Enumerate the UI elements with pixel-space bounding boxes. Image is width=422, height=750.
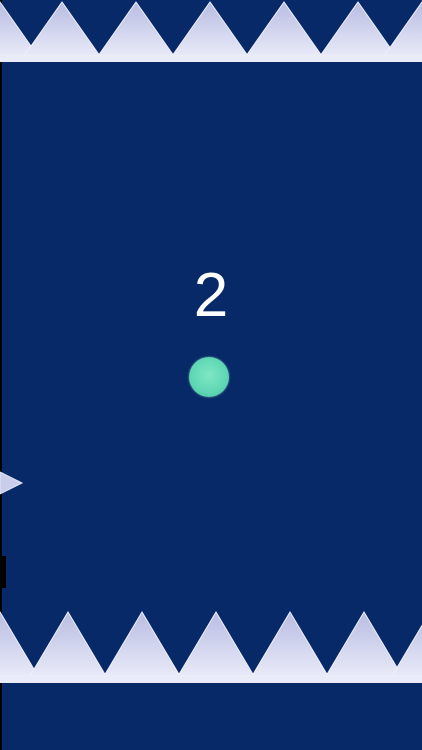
bottom-spike	[177, 611, 255, 677]
bottom-spike	[103, 611, 181, 677]
bottom-spike-row	[0, 611, 422, 683]
bottom-spike	[0, 611, 39, 677]
player-ball	[189, 357, 229, 397]
left-wall-marker	[0, 556, 6, 588]
bottom-spike	[325, 611, 403, 677]
top-spike	[23, 1, 101, 57]
top-spike-row	[0, 1, 422, 62]
left-wall-spike	[0, 471, 24, 495]
top-spike	[319, 1, 397, 57]
top-spike	[383, 1, 422, 57]
wall-spike-shape	[0, 471, 24, 495]
bottom-spike	[29, 611, 107, 677]
top-spike	[245, 1, 323, 57]
top-spike-base	[0, 56, 422, 62]
game-board[interactable]: 2	[0, 0, 422, 750]
top-spike	[171, 1, 249, 57]
score-counter: 2	[193, 261, 229, 330]
bottom-spike	[251, 611, 329, 677]
top-spike	[97, 1, 175, 57]
bottom-spike-base	[0, 676, 422, 683]
